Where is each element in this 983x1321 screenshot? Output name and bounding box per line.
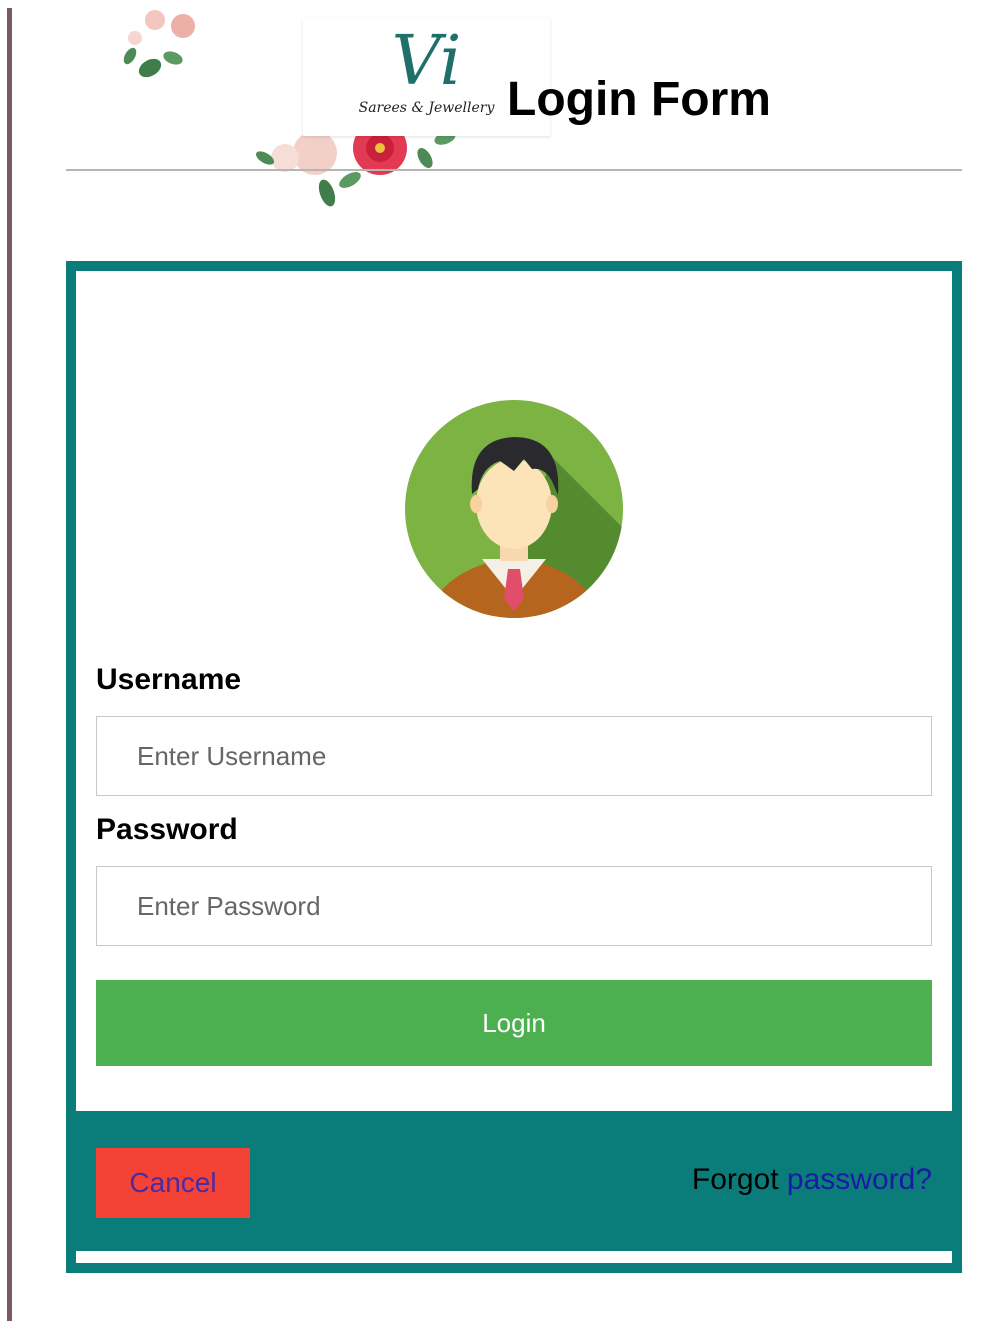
- form-footer: Cancel Forgot password?: [66, 1111, 962, 1241]
- login-button[interactable]: Login: [96, 980, 932, 1066]
- login-form-body: Username Password Login: [76, 271, 952, 1111]
- cancel-button[interactable]: Cancel: [96, 1148, 250, 1218]
- forgot-password-link[interactable]: password?: [787, 1163, 932, 1196]
- brand-logo: Vi Sarees & Jewellery: [105, 8, 550, 223]
- header-divider: [66, 169, 962, 171]
- username-input[interactable]: [96, 716, 932, 796]
- page-title: Login Form: [507, 73, 771, 126]
- user-avatar-icon: [405, 400, 623, 618]
- username-label: Username: [96, 663, 242, 696]
- forgot-password-text: Forgot password?: [692, 1163, 932, 1197]
- password-input[interactable]: [96, 866, 932, 946]
- window-left-edge: [7, 8, 12, 1321]
- login-page: Vi Sarees & Jewellery Login Form Usernam…: [0, 0, 983, 1321]
- forgot-prefix: Forgot: [691, 1163, 787, 1196]
- password-label: Password: [96, 813, 238, 846]
- login-form-container: Username Password Login Cancel Forgot pa…: [66, 261, 962, 1273]
- form-bottom-strip: [76, 1251, 952, 1263]
